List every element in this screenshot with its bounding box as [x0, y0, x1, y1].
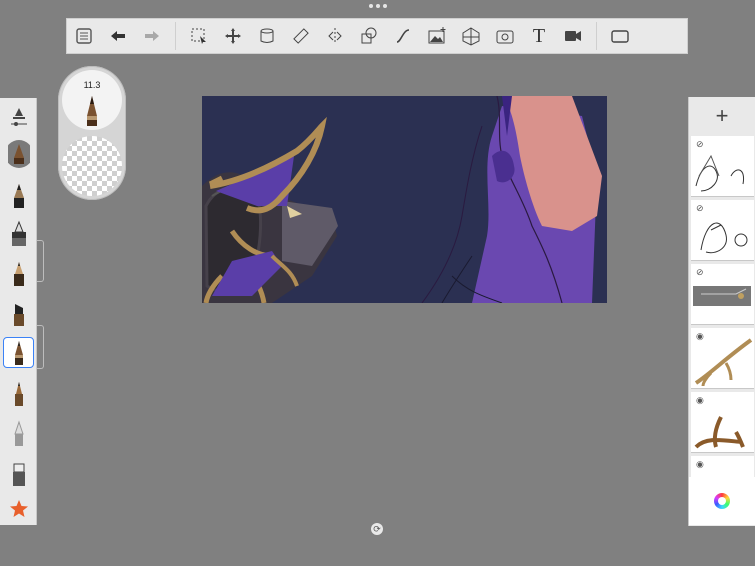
record-icon[interactable] — [556, 19, 590, 53]
layer-thumbnail-6[interactable]: ◉ — [691, 456, 754, 478]
drawing-canvas[interactable] — [202, 96, 607, 303]
layer-thumbnail-3[interactable]: ⊘ — [691, 264, 754, 325]
paint-brush-icon[interactable] — [3, 378, 34, 409]
left-tool-strip — [0, 98, 37, 525]
layer-thumbnail-4[interactable]: ◉ — [691, 328, 754, 389]
layers-panel: + ⊘ ⊘ ⊘ ◉ ◉ ◉ — [688, 97, 755, 526]
layer-thumbnail-5[interactable]: ◉ — [691, 392, 754, 453]
fullscreen-icon[interactable] — [603, 19, 637, 53]
text-tool-glyph: T — [532, 24, 546, 47]
brush-preview-icon — [87, 96, 97, 126]
transform-icon[interactable] — [216, 19, 250, 53]
eraser-icon[interactable] — [3, 458, 34, 489]
selection-icon[interactable] — [182, 19, 216, 53]
pencil-brush-icon[interactable] — [3, 180, 34, 211]
perspective-icon[interactable] — [454, 19, 488, 53]
layer-thumbnail-1[interactable]: ⊘ — [691, 136, 754, 197]
layer-hidden-icon[interactable]: ⊘ — [696, 139, 704, 150]
soft-pencil-icon[interactable] — [3, 418, 34, 449]
current-brush-icon[interactable] — [3, 138, 34, 169]
color-picker-button[interactable] — [689, 477, 755, 525]
text-icon[interactable]: T — [522, 19, 556, 53]
brush-puck[interactable]: 11.3 — [58, 66, 126, 200]
layer-hidden-icon[interactable]: ⊘ — [696, 203, 704, 214]
layer-visible-icon[interactable]: ◉ — [696, 331, 704, 342]
shapes-icon[interactable] — [352, 19, 386, 53]
canvas-artwork — [202, 96, 602, 303]
layer-visible-icon[interactable]: ◉ — [696, 459, 704, 470]
brush-group-bracket — [37, 325, 44, 369]
curve-icon[interactable] — [386, 19, 420, 53]
brush-opacity-control[interactable] — [62, 136, 122, 196]
top-toolbar: T — [66, 18, 688, 54]
symmetry-icon[interactable] — [318, 19, 352, 53]
top-handle[interactable] — [368, 4, 388, 10]
ink-pen-icon[interactable] — [3, 258, 34, 289]
undo-icon[interactable] — [101, 19, 135, 53]
favorites-star-icon[interactable] — [3, 493, 34, 524]
chisel-marker-icon[interactable] — [3, 298, 34, 329]
airbrush-icon[interactable] — [3, 218, 34, 249]
layers-list-icon[interactable] — [67, 19, 101, 53]
rotate-canvas-icon[interactable]: ⟳ — [371, 523, 383, 535]
brush-size-control[interactable]: 11.3 — [62, 70, 122, 130]
ruler-icon[interactable] — [284, 19, 318, 53]
layer-hidden-icon[interactable]: ⊘ — [696, 267, 704, 278]
selected-brush-icon[interactable] — [3, 337, 34, 368]
redo-icon[interactable] — [135, 19, 169, 53]
time-lapse-icon[interactable] — [488, 19, 522, 53]
image-icon[interactable] — [420, 19, 454, 53]
fill-icon[interactable] — [250, 19, 284, 53]
brush-size-label: 11.3 — [83, 80, 101, 90]
brush-group-bracket — [37, 240, 44, 282]
brush-settings-icon[interactable] — [3, 100, 34, 131]
color-wheel-icon — [714, 493, 730, 509]
add-layer-button[interactable]: + — [689, 97, 755, 135]
layer-visible-icon[interactable]: ◉ — [696, 395, 704, 406]
layer-thumbnail-2[interactable]: ⊘ — [691, 200, 754, 261]
